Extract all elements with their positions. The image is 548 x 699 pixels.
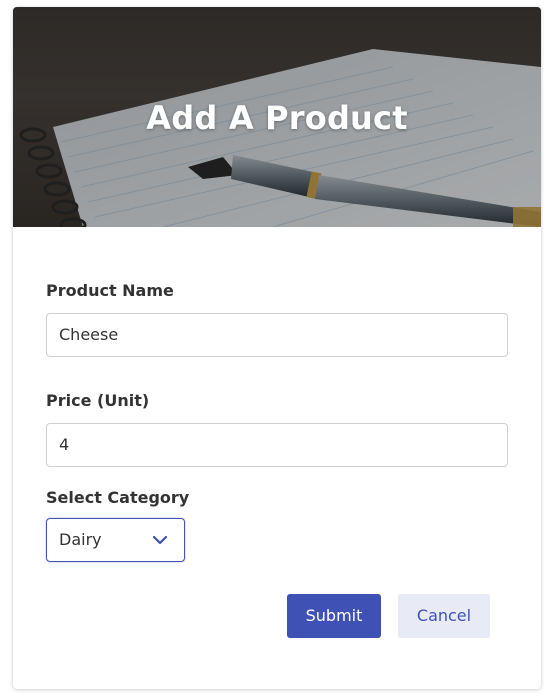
product-name-input[interactable]: Cheese bbox=[46, 313, 508, 357]
hero-banner: Add A Product bbox=[13, 7, 541, 227]
price-label: Price (Unit) bbox=[46, 391, 150, 410]
page-title: Add A Product bbox=[146, 99, 408, 137]
add-product-card: Add A Product Product Name Cheese Price … bbox=[13, 7, 541, 689]
submit-button[interactable]: Submit bbox=[287, 594, 381, 638]
chevron-down-icon bbox=[152, 535, 168, 545]
product-name-label: Product Name bbox=[46, 281, 174, 300]
category-label: Select Category bbox=[46, 488, 190, 507]
category-selected-value: Dairy bbox=[59, 530, 102, 549]
price-input[interactable]: 4 bbox=[46, 423, 508, 467]
category-select[interactable]: Dairy bbox=[46, 518, 185, 562]
cancel-button[interactable]: Cancel bbox=[398, 594, 490, 638]
